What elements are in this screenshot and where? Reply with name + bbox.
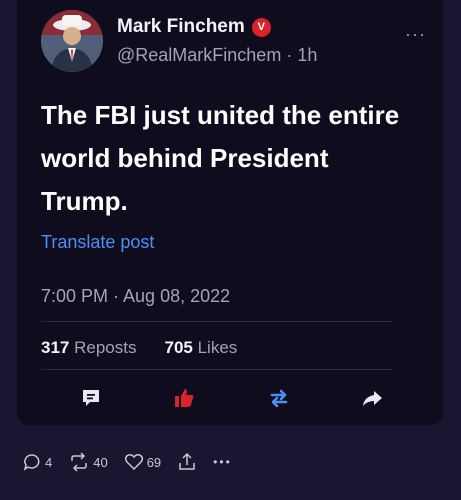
reposts-stat[interactable]: 317 Reposts bbox=[41, 338, 136, 358]
handle-row: @RealMarkFinchem · 1h bbox=[117, 45, 317, 66]
likes-label: Likes bbox=[197, 338, 238, 357]
author-name[interactable]: Mark Finchem bbox=[117, 16, 245, 38]
repost-icon[interactable] bbox=[265, 384, 293, 412]
likes-count: 705 bbox=[164, 338, 193, 357]
likes-count-small: 69 bbox=[146, 454, 162, 470]
more-icon[interactable]: ••• bbox=[213, 455, 232, 469]
outer-action-bar: 4 40 69 ••• bbox=[22, 450, 248, 474]
post-card: Mark Finchem V @RealMarkFinchem · 1h ···… bbox=[17, 0, 443, 425]
separator: · bbox=[286, 45, 293, 65]
reply-icon bbox=[23, 454, 40, 471]
reposts-action[interactable]: 40 bbox=[68, 452, 108, 472]
share-arrow-icon[interactable] bbox=[358, 384, 386, 412]
replies-action[interactable]: 4 bbox=[22, 452, 52, 472]
verified-badge-icon: V bbox=[251, 17, 271, 37]
translate-post-link[interactable]: Translate post bbox=[41, 232, 154, 253]
repost-outline-icon bbox=[71, 452, 87, 472]
engagement-stats: 317 Reposts 705 Likes bbox=[41, 338, 237, 358]
share-action[interactable] bbox=[177, 452, 197, 472]
more-options-icon[interactable]: ··· bbox=[405, 24, 426, 45]
likes-stat[interactable]: 705 Likes bbox=[164, 338, 237, 358]
author-row: Mark Finchem V bbox=[117, 16, 271, 38]
author-handle[interactable]: @RealMarkFinchem bbox=[117, 45, 281, 65]
action-row bbox=[17, 384, 443, 416]
replies-count: 4 bbox=[45, 454, 53, 470]
comment-icon[interactable] bbox=[77, 384, 105, 412]
reposts-count-small: 40 bbox=[93, 454, 108, 470]
heart-icon bbox=[124, 454, 143, 471]
likes-action[interactable]: 69 bbox=[124, 452, 161, 472]
post-age: 1h bbox=[297, 45, 318, 65]
divider bbox=[41, 321, 392, 322]
divider bbox=[41, 369, 392, 370]
post-timestamp: 7:00 PM · Aug 08, 2022 bbox=[41, 286, 231, 306]
share-upload-icon bbox=[179, 452, 195, 470]
reposts-count: 317 bbox=[41, 338, 70, 357]
reposts-label: Reposts bbox=[74, 338, 137, 357]
post-text: The FBI just united the entire world beh… bbox=[41, 100, 400, 216]
avatar[interactable] bbox=[41, 10, 103, 72]
thumbs-up-icon[interactable] bbox=[170, 384, 198, 412]
